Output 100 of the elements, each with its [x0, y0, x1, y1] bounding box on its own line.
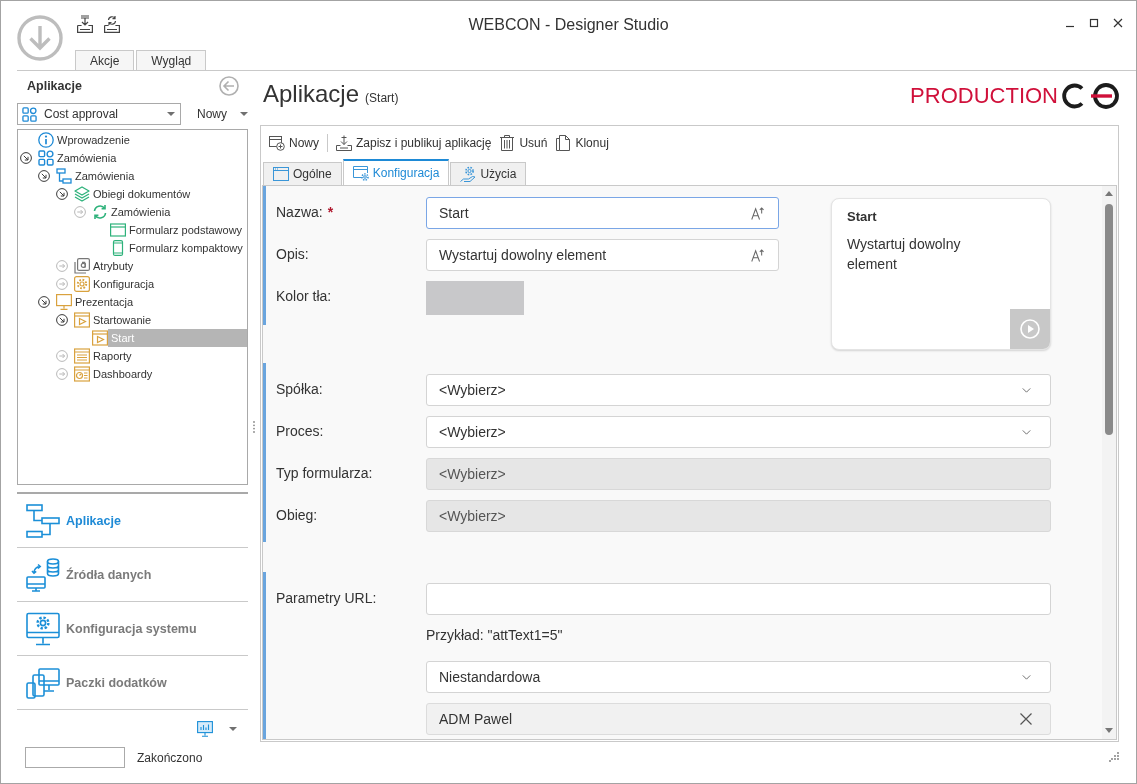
- collapse-icon[interactable]: [56, 314, 68, 326]
- tray-sync-icon[interactable]: [104, 15, 120, 33]
- tree-item[interactable]: Dashboardy: [90, 365, 156, 383]
- nav-item[interactable]: Aplikacje: [17, 494, 248, 548]
- new-menu-button[interactable]: Nowy: [197, 103, 248, 125]
- nav-item[interactable]: Źródła danych: [17, 548, 248, 602]
- field-label: Parametry URL:: [276, 590, 377, 606]
- new-window-icon: [269, 134, 285, 151]
- resize-grip-icon[interactable]: [1109, 752, 1119, 762]
- clear-icon[interactable]: [1020, 713, 1032, 725]
- text-field[interactable]: Start: [426, 197, 779, 229]
- text-format-icon[interactable]: [751, 206, 764, 220]
- devices-icon: [26, 665, 60, 700]
- play-icon: [1020, 319, 1040, 339]
- tree-item[interactable]: Obiegi dokumentów: [90, 185, 194, 203]
- application-dropdown[interactable]: Cost approval: [17, 103, 181, 125]
- scroll-down-icon[interactable]: [1105, 728, 1113, 733]
- monitor-icon: [56, 294, 72, 310]
- trash-icon: [499, 134, 516, 151]
- tree-item[interactable]: Raporty: [90, 347, 135, 365]
- tree-item[interactable]: Zamówienia: [72, 167, 138, 185]
- toolbar-button[interactable]: Nowy: [269, 132, 319, 153]
- window-title: WEBCON - Designer Studio: [468, 16, 669, 34]
- layers-icon: [74, 186, 90, 202]
- status-text: Zakończono: [137, 750, 203, 765]
- play-window-icon: [74, 312, 90, 328]
- tab[interactable]: Użycia: [450, 162, 527, 185]
- dashboard-icon: [74, 366, 90, 382]
- flowchart-icon: [26, 503, 60, 538]
- caret-icon: [167, 112, 175, 116]
- monitor-gear-icon: [26, 611, 60, 646]
- caret-icon: [229, 727, 237, 731]
- tab[interactable]: Ogólne: [263, 162, 342, 185]
- tray-download-icon[interactable]: [77, 15, 93, 33]
- dropdown[interactable]: <Wybierz>: [426, 416, 1051, 448]
- window-gear-icon: [352, 165, 369, 181]
- tree-item[interactable]: Formularz kompaktowy: [126, 239, 246, 257]
- collapse-icon[interactable]: [56, 188, 68, 200]
- collapse-icon[interactable]: [38, 170, 50, 182]
- chevron-down-icon: [1022, 429, 1031, 435]
- flowchart-icon: [56, 168, 72, 184]
- tree-item[interactable]: Prezentacja: [72, 293, 137, 311]
- window-icon: [110, 222, 126, 238]
- tree-item[interactable]: Startowanie: [90, 311, 155, 329]
- field-label: Spółka:: [276, 381, 323, 397]
- dropdown[interactable]: <Wybierz>: [426, 374, 1051, 406]
- hint-text: Przykład: "attText1=5": [426, 627, 563, 643]
- scrollbar[interactable]: [1102, 186, 1116, 739]
- tree-item[interactable]: Wprowadzenie: [54, 131, 133, 149]
- monitor-chart-icon[interactable]: [197, 721, 213, 737]
- ribbon-tab[interactable]: Akcje: [75, 50, 135, 70]
- collapse-icon[interactable]: [38, 296, 50, 308]
- field-label: Kolor tła:: [276, 288, 332, 304]
- phone-icon: [110, 240, 126, 256]
- list-window-icon: [74, 348, 90, 364]
- chevron-down-icon: [1022, 387, 1031, 393]
- preview-title: Start: [847, 209, 878, 224]
- ribbon-tab[interactable]: Wygląd: [136, 50, 207, 70]
- toolbar-button[interactable]: Zapisz i publikuj aplikację: [336, 132, 492, 153]
- stacked-squares-icon: [74, 258, 90, 274]
- tree-item[interactable]: Zamówienia: [108, 203, 174, 221]
- tree-item[interactable]: Konfiguracja: [90, 275, 158, 293]
- scroll-up-icon[interactable]: [1105, 191, 1113, 196]
- down-arrow-circle-icon: [17, 15, 63, 61]
- hand-gear-icon: [460, 166, 477, 182]
- window-icon: [273, 166, 289, 182]
- copy-icon: [555, 134, 572, 151]
- text-format-icon[interactable]: [751, 248, 764, 262]
- field-label: Typ formularza:: [276, 465, 373, 481]
- toolbar-button[interactable]: Usuń: [499, 132, 548, 153]
- field-label: Opis:: [276, 246, 309, 262]
- panel-title: Aplikacje: [27, 79, 82, 93]
- collapse-icon[interactable]: [20, 152, 32, 164]
- person-field[interactable]: ADM Pawel: [426, 703, 1051, 735]
- close-icon[interactable]: [1113, 18, 1123, 28]
- text-field[interactable]: Wystartuj dowolny element: [426, 239, 779, 271]
- tree-item[interactable]: Atrybuty: [90, 257, 137, 275]
- maximize-icon[interactable]: [1089, 18, 1099, 28]
- logo-icon: [1061, 83, 1119, 109]
- environment-label: PRODUCTION: [910, 83, 1058, 109]
- input-field[interactable]: [426, 583, 1051, 615]
- dropdown[interactable]: Niestandardowa: [426, 661, 1051, 693]
- info-icon: [38, 132, 54, 148]
- tree-item[interactable]: Formularz podstawowy: [126, 221, 246, 239]
- database-monitor-icon: [26, 557, 60, 592]
- color-swatch[interactable]: [426, 281, 524, 315]
- back-icon[interactable]: [219, 76, 239, 96]
- toolbar-button[interactable]: Klonuj: [555, 132, 609, 153]
- chevron-down-icon: [1022, 674, 1031, 680]
- tab[interactable]: Konfiguracja: [342, 159, 450, 185]
- nav-item[interactable]: Konfiguracja systemu: [17, 602, 248, 656]
- tray-download-icon: [336, 134, 352, 151]
- apps-icon: [22, 106, 37, 122]
- gear-icon: [74, 276, 90, 292]
- tree-item[interactable]: Zamówienia: [54, 149, 120, 167]
- page-title: Aplikacje: [263, 80, 360, 108]
- scrollbar-thumb[interactable]: [1105, 204, 1113, 435]
- nav-item[interactable]: Paczki dodatków: [17, 656, 248, 710]
- apps-icon: [38, 150, 54, 166]
- preview-description: Wystartuj dowolny element: [847, 235, 962, 274]
